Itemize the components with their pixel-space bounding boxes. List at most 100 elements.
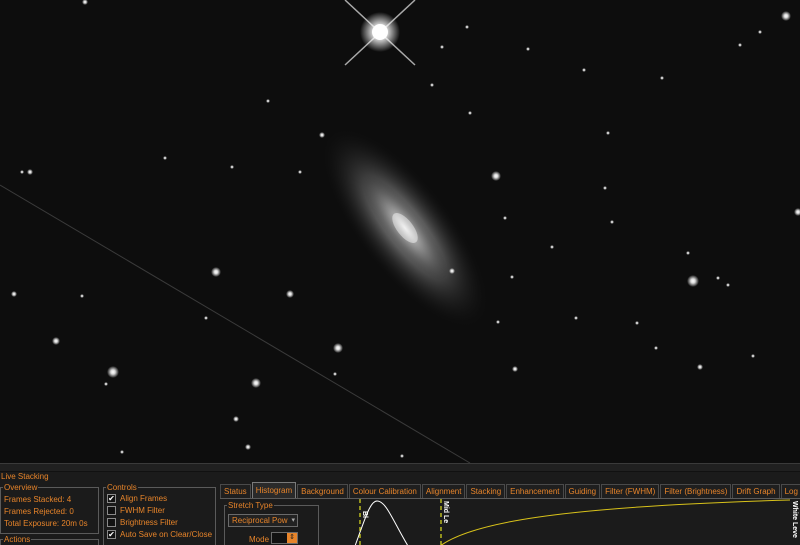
black-level-label: Bl [361, 511, 368, 518]
star [245, 444, 251, 450]
star [20, 170, 24, 174]
star [319, 132, 325, 138]
live-stacking-panel: Live Stacking Overview Frames Stacked: 4… [0, 472, 800, 545]
star [686, 251, 690, 255]
histogram-tab-content: Stretch Type Reciprocal Pow ▾ Mode ⇕ Bl … [220, 498, 800, 545]
panel-title: Live Stacking [1, 472, 49, 481]
star [738, 43, 742, 47]
star [574, 316, 578, 320]
actions-legend: Actions [3, 535, 32, 544]
star [610, 220, 614, 224]
star [80, 294, 84, 298]
tab-stacking[interactable]: Stacking [466, 484, 506, 498]
star [526, 47, 530, 51]
star [449, 268, 455, 274]
tab-colour-calibration[interactable]: Colour Calibration [348, 484, 421, 498]
controls-group: Controls ✔ Align Frames FWHM Filter Brig… [103, 483, 216, 545]
mode-label: Mode [249, 535, 270, 544]
checkbox-icon[interactable] [107, 506, 116, 515]
star [211, 267, 221, 277]
overview-group: Overview Frames Stacked: 4 Frames Reject… [0, 483, 99, 534]
star [726, 283, 730, 287]
star [603, 186, 607, 190]
star [333, 372, 337, 376]
mode-stepper[interactable]: ⇕ [271, 532, 298, 544]
star [251, 378, 261, 388]
chevron-down-icon: ▾ [291, 517, 295, 524]
checkbox-label: FWHM Filter [120, 506, 165, 515]
fwhm-filter-checkbox[interactable]: FWHM Filter [107, 506, 165, 515]
star [333, 343, 343, 353]
mid-level-label: Mid Le [442, 501, 449, 524]
star [697, 364, 703, 370]
star [204, 316, 208, 320]
star [510, 275, 514, 279]
stacked-image-view[interactable] [0, 0, 800, 463]
checkbox-label: Align Frames [120, 494, 168, 503]
checkbox-icon[interactable]: ✔ [107, 494, 116, 503]
tab-log[interactable]: Log [780, 484, 800, 498]
stretch-type-group: Stretch Type Reciprocal Pow ▾ Mode ⇕ [224, 501, 319, 545]
checkbox-label: Brightness Filter [120, 518, 178, 527]
stretch-type-value: Reciprocal Pow [232, 516, 288, 525]
star [107, 366, 119, 378]
star [491, 171, 501, 181]
star [120, 450, 124, 454]
star [582, 68, 586, 72]
tab-enhancement[interactable]: Enhancement [506, 484, 564, 498]
star [430, 83, 434, 87]
star [654, 346, 658, 350]
star [465, 25, 469, 29]
histogram-graph[interactable] [320, 499, 800, 545]
star [606, 131, 610, 135]
star [286, 290, 294, 298]
tab-guiding[interactable]: Guiding [564, 484, 601, 498]
overview-legend: Overview [3, 483, 39, 492]
align-frames-checkbox[interactable]: ✔ Align Frames [107, 494, 167, 503]
actions-group: Actions [0, 535, 99, 545]
star [27, 169, 33, 175]
star [635, 321, 639, 325]
star [266, 99, 270, 103]
star-field [0, 0, 800, 463]
star [503, 216, 507, 220]
star [82, 0, 88, 5]
tab-filter-fwhm[interactable]: Filter (FWHM) [601, 484, 660, 498]
star [794, 208, 800, 216]
star [512, 366, 518, 372]
star [440, 45, 444, 49]
star [716, 276, 720, 280]
star [550, 245, 554, 249]
white-level-label: White Leve [791, 501, 798, 538]
star [758, 30, 762, 34]
star [687, 275, 699, 287]
star [163, 156, 167, 160]
panel-splitter[interactable] [0, 463, 800, 472]
stretch-type-legend: Stretch Type [227, 501, 274, 510]
auto-save-checkbox[interactable]: ✔ Auto Save on Clear/Close [107, 530, 212, 539]
tab-histogram[interactable]: Histogram [251, 482, 297, 498]
tab-bar: Status Histogram Background Colour Calibrat… [220, 482, 800, 499]
star [104, 382, 108, 386]
tab-background[interactable]: Background [297, 484, 348, 498]
tab-filter-brightness[interactable]: Filter (Brightness) [660, 484, 732, 498]
star [751, 354, 755, 358]
spinner-icon[interactable]: ⇕ [287, 533, 297, 543]
checkbox-label: Auto Save on Clear/Close [120, 530, 213, 539]
stretch-type-select[interactable]: Reciprocal Pow ▾ [228, 514, 298, 527]
galaxy [323, 129, 487, 327]
checkbox-icon[interactable] [107, 518, 116, 527]
total-exposure-text: Total Exposure: 20m 0s [4, 519, 88, 528]
star [468, 111, 472, 115]
frames-rejected-text: Frames Rejected: 0 [4, 507, 74, 516]
brightness-filter-checkbox[interactable]: Brightness Filter [107, 518, 178, 527]
star [298, 170, 302, 174]
checkbox-icon[interactable]: ✔ [107, 530, 116, 539]
tab-alignment[interactable]: Alignment [421, 484, 466, 498]
tab-status[interactable]: Status [220, 484, 251, 498]
star [11, 291, 17, 297]
tab-drift-graph[interactable]: Drift Graph [732, 484, 780, 498]
star [400, 454, 404, 458]
star [660, 76, 664, 80]
histogram-curve [354, 500, 409, 545]
